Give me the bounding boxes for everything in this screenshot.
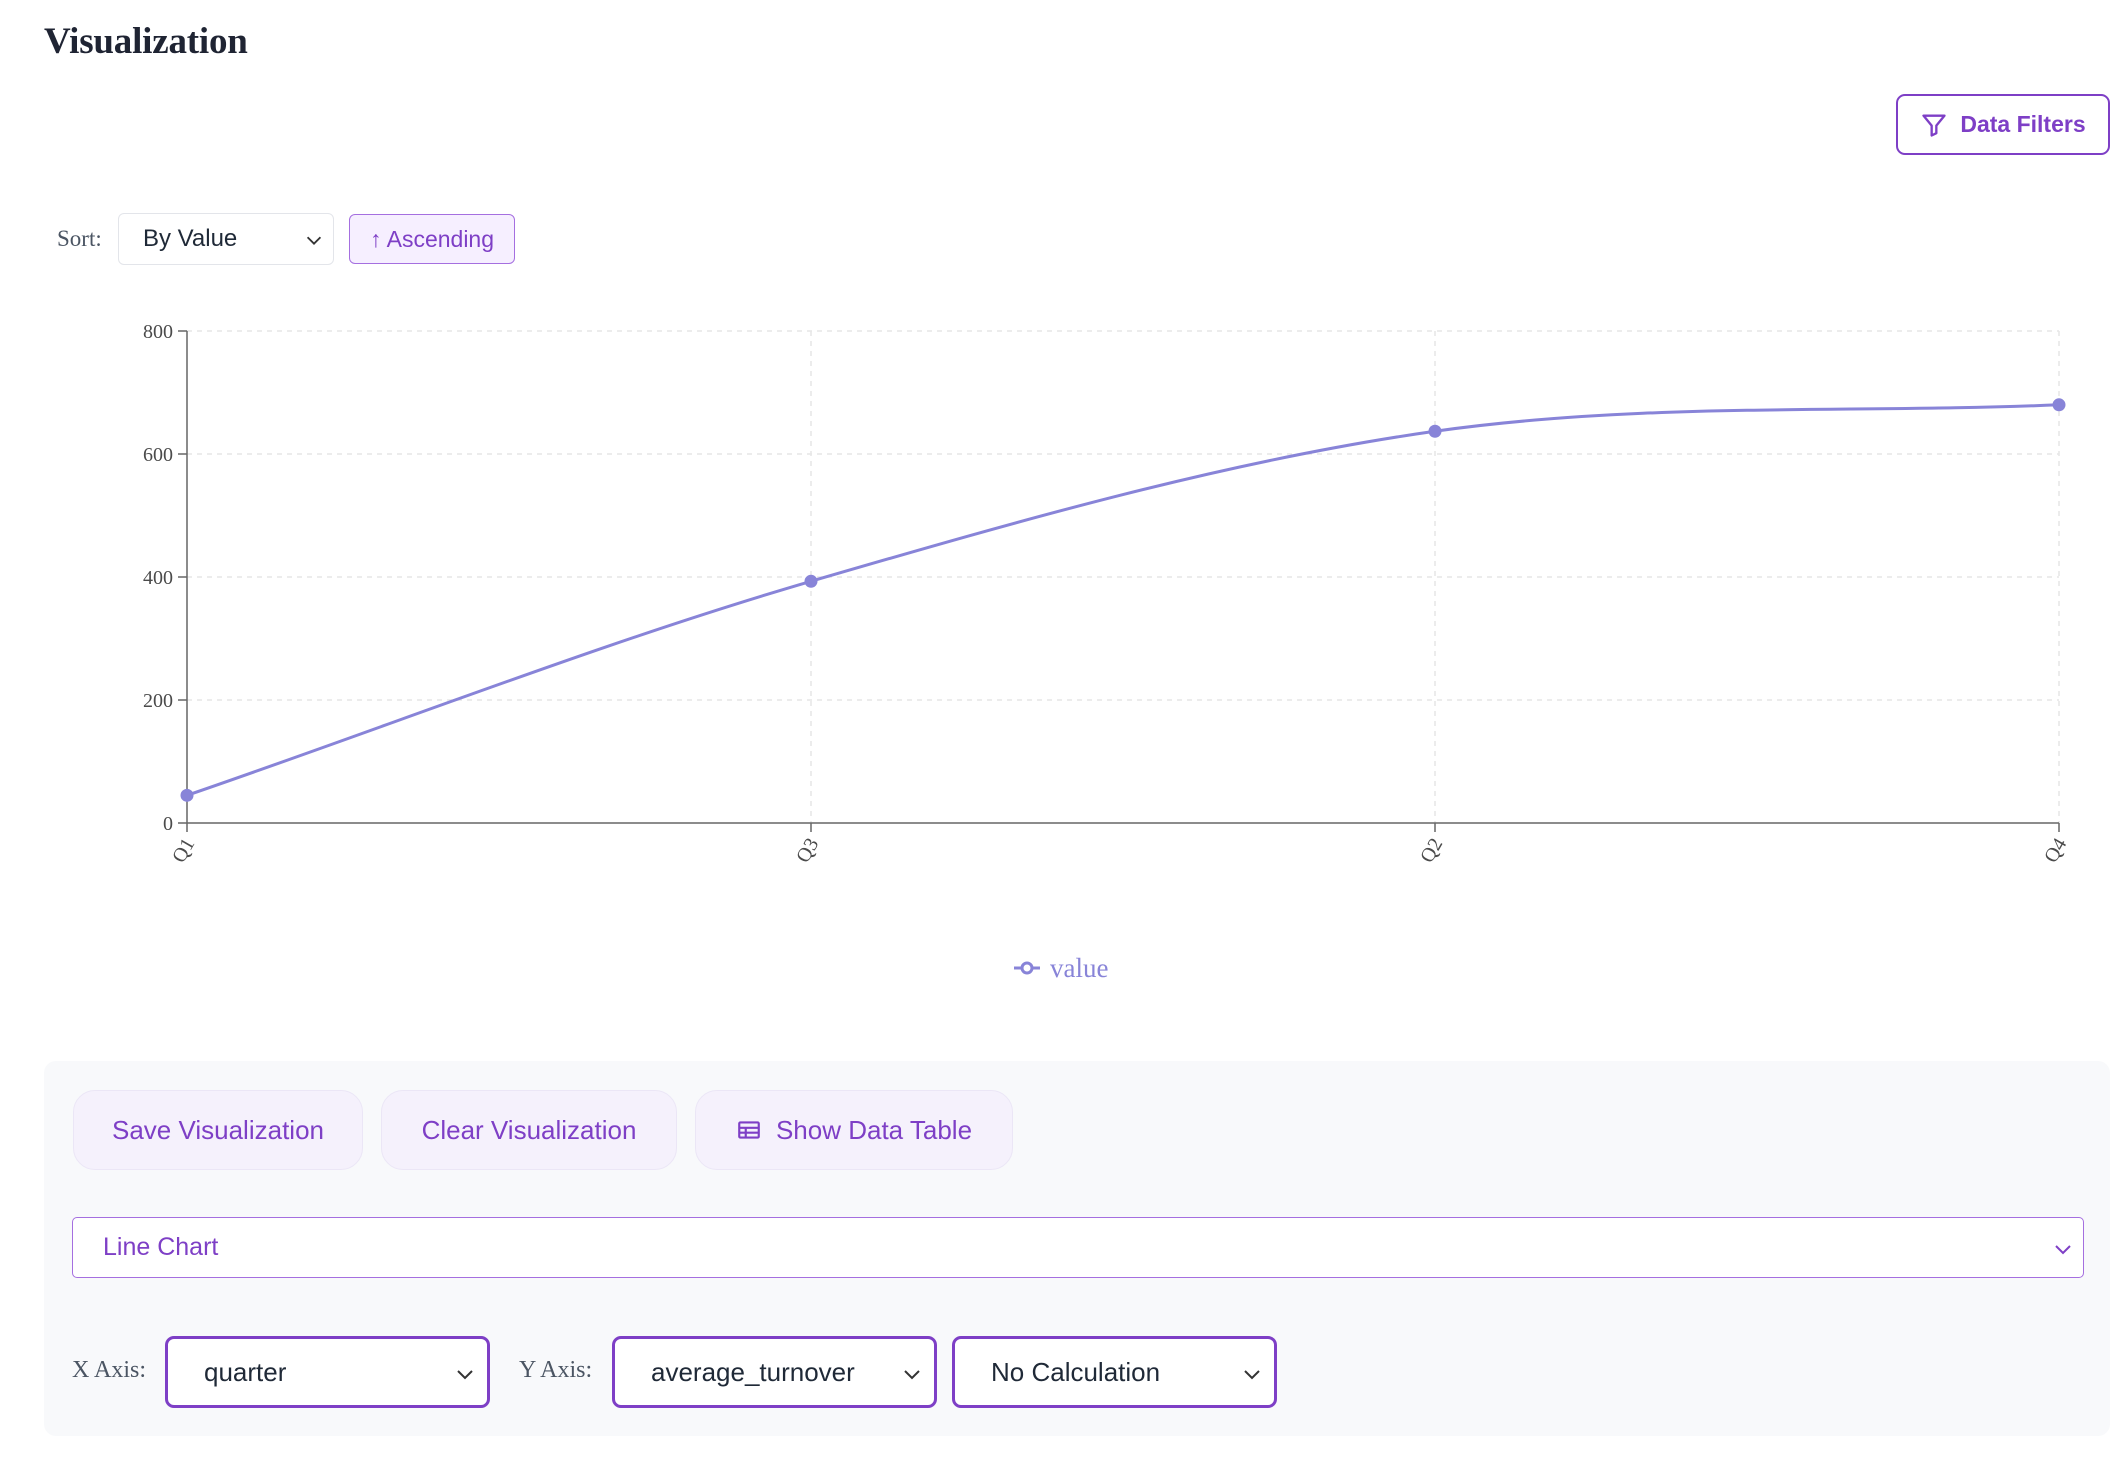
- filter-icon: [1922, 114, 1947, 137]
- chevron-down-icon: [457, 1370, 473, 1380]
- x-tick-label: Q2: [1416, 835, 1447, 867]
- chart-legend: value: [1014, 953, 1108, 983]
- legend-swatch-dot: [1020, 961, 1034, 975]
- chart-type-select[interactable]: Line Chart: [72, 1217, 2084, 1278]
- save-visualization-button[interactable]: Save Visualization: [73, 1090, 363, 1170]
- y-tick-label: 600: [143, 444, 173, 466]
- show-data-table-label: Show Data Table: [775, 1114, 973, 1145]
- page-title: Visualization: [44, 21, 248, 62]
- chart-axes: 0 200 400 600 800 Q1 Q3 Q2 Q4: [143, 321, 2071, 867]
- data-point: [804, 574, 818, 588]
- y-tick-label: 800: [143, 321, 173, 343]
- calculation-select[interactable]: No Calculation: [952, 1336, 1277, 1408]
- series-line-value: [186, 403, 2060, 797]
- data-filters-label: Data Filters: [1960, 111, 2086, 137]
- chart-series: [180, 398, 2066, 802]
- data-point: [180, 788, 194, 802]
- save-visualization-label: Save Visualization: [112, 1114, 324, 1145]
- table-icon: [738, 1121, 760, 1139]
- x-tick-label: Q4: [2040, 835, 2071, 867]
- calculation-value: No Calculation: [991, 1356, 1161, 1387]
- y-tick-label: 0: [163, 813, 173, 835]
- chevron-down-icon: [1244, 1370, 1260, 1380]
- chevron-down-icon: [904, 1370, 920, 1380]
- y-tick-label: 200: [143, 690, 173, 712]
- sort-select[interactable]: By Value: [118, 213, 334, 265]
- y-tick-label: 400: [143, 567, 173, 589]
- clear-visualization-label: Clear Visualization: [421, 1114, 637, 1145]
- chart-grid: [187, 330, 2060, 823]
- y-axis-label: Y Axis:: [519, 1357, 593, 1383]
- x-axis-value: quarter: [204, 1356, 287, 1387]
- x-tick-label: Q3: [792, 835, 823, 867]
- show-data-table-button[interactable]: Show Data Table: [695, 1090, 1013, 1170]
- x-axis-label: X Axis:: [72, 1357, 147, 1383]
- sort-select-value: By Value: [143, 225, 238, 252]
- chevron-down-icon: [306, 236, 322, 245]
- y-axis-select[interactable]: average_turnover: [612, 1336, 937, 1408]
- sort-direction-button[interactable]: ↑ Ascending: [349, 214, 515, 264]
- clear-visualization-button[interactable]: Clear Visualization: [381, 1090, 677, 1170]
- data-point: [2052, 398, 2066, 412]
- line-chart: 0 200 400 600 800 Q1 Q3 Q2 Q4 value: [143, 321, 2071, 983]
- data-point: [1428, 424, 1442, 438]
- chart-type-value: Line Chart: [103, 1233, 219, 1261]
- y-axis-value: average_turnover: [651, 1356, 855, 1387]
- data-filters-button[interactable]: Data Filters: [1896, 94, 2110, 155]
- x-axis-select[interactable]: quarter: [165, 1336, 490, 1408]
- sort-label: Sort:: [57, 226, 102, 251]
- chevron-down-icon: [2055, 1245, 2071, 1255]
- x-tick-label: Q1: [168, 835, 199, 867]
- legend-label: value: [1050, 953, 1108, 983]
